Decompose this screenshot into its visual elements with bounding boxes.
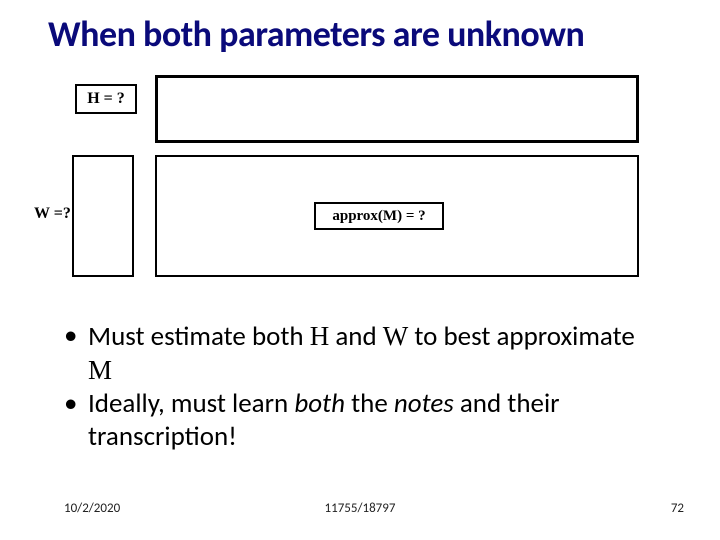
footer-page-number: 72 (671, 501, 684, 516)
bullet-1-W: W (383, 321, 408, 351)
bullet-1-H: H (310, 321, 330, 351)
label-w-text: W =? (34, 205, 71, 223)
bullet-1-seg-b: and (329, 320, 383, 353)
bullet-2-notes: notes (394, 387, 454, 420)
bullet-2: • Ideally, must learn both the notes and… (64, 388, 664, 454)
bullet-dot-icon: • (64, 320, 88, 388)
bullet-2-both: both (294, 387, 345, 420)
bullet-1-M: M (88, 355, 112, 385)
bullet-dot-icon: • (64, 388, 88, 454)
label-approx-box: approx(M) = ? (314, 202, 444, 230)
bullet-list: • Must estimate both H and W to best app… (64, 320, 664, 454)
label-h-box: H = ? (75, 84, 137, 114)
bullet-2-seg-a: Ideally, must learn (88, 387, 294, 420)
slide: When both parameters are unknown H = ? W… (0, 0, 720, 540)
bullet-2-text: Ideally, must learn both the notes and t… (88, 388, 664, 454)
slide-title: When both parameters are unknown (48, 12, 584, 56)
label-h-text: H = ? (87, 90, 125, 108)
matrix-h-box (155, 75, 639, 143)
bullet-1: • Must estimate both H and W to best app… (64, 320, 664, 388)
matrix-w-box (72, 155, 134, 277)
bullet-1-seg-c: to best approximate (408, 320, 635, 353)
bullet-1-text: Must estimate both H and W to best appro… (88, 320, 664, 388)
label-approx-text: approx(M) = ? (332, 208, 425, 225)
bullet-1-seg-a: Must estimate both (88, 320, 310, 353)
footer-course: 11755/18797 (0, 501, 720, 516)
bullet-2-seg-b: the (345, 387, 394, 420)
